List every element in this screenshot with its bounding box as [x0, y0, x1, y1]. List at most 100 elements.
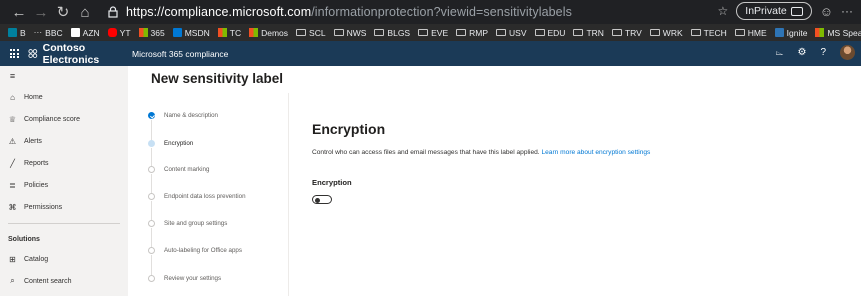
search-icon: ⌕ — [10, 276, 15, 285]
favorite-b[interactable]: B — [8, 28, 26, 38]
nav-item-label: Catalog — [24, 255, 49, 263]
app-header: Contoso Electronics Microsoft 365 compli… — [0, 41, 861, 66]
favorite-yt[interactable]: YT — [107, 27, 131, 38]
back-icon[interactable]: ← — [8, 1, 30, 23]
nav-item-content-search[interactable]: ⌕ Content search — [0, 270, 128, 292]
step-label: Endpoint data loss prevention — [164, 193, 246, 200]
wizard-step-site-and-group-settings[interactable]: Site and group settings — [148, 220, 227, 227]
nav-item-label: Permissions — [24, 203, 63, 211]
microsoft-icon — [138, 28, 148, 37]
favorite-blgs[interactable]: BLGS — [374, 28, 410, 38]
step-label: Auto-labeling for Office apps — [164, 247, 242, 254]
step-indicator-icon — [148, 220, 155, 227]
nav-item-reports[interactable]: ╱ Reports — [0, 152, 128, 174]
folder-icon — [611, 29, 622, 36]
favorite-label: B — [20, 27, 26, 38]
nav-item-home[interactable]: ⌂ Home — [0, 86, 128, 108]
refresh-icon[interactable]: ↻ — [52, 1, 74, 23]
folder-icon — [496, 29, 507, 36]
favorite-365[interactable]: 365 — [138, 27, 165, 38]
favorite-label: AZN — [82, 27, 100, 38]
folder-icon — [418, 29, 429, 36]
favorite-edu[interactable]: EDU — [534, 27, 566, 38]
nav-item-label: Policies — [24, 181, 49, 189]
favorite-eve[interactable]: EVE — [418, 28, 448, 38]
nav-collapse[interactable]: ≡ — [0, 66, 128, 86]
favorite-usv[interactable]: USV — [496, 27, 527, 38]
folder-icon — [690, 29, 701, 36]
app-name[interactable]: Microsoft 365 compliance — [132, 49, 228, 59]
favorite-label: TECH — [703, 27, 727, 38]
nav-item-permissions[interactable]: ⌘ Permissions — [0, 196, 128, 218]
favorite-rmp[interactable]: RMP — [456, 28, 488, 38]
sliders-icon: ≣ — [9, 180, 16, 190]
favorite-azn[interactable]: AZN — [70, 27, 100, 38]
favorite-label: USV — [509, 27, 527, 38]
favorite-trn[interactable]: TRN — [573, 28, 604, 38]
folder-icon — [456, 29, 467, 36]
nav-item-label: Alerts — [24, 137, 42, 145]
address-bar[interactable]: https://compliance.microsoft.com/informa… — [106, 5, 572, 19]
step-label: Encryption — [164, 140, 194, 147]
favorite-tc[interactable]: TC — [217, 27, 242, 38]
nav-item-label: Content search — [24, 277, 72, 285]
forward-icon[interactable]: → — [30, 1, 52, 23]
ignite-icon — [774, 28, 784, 37]
favorite-label: EDU — [547, 27, 566, 38]
favorite-label: MS Speaker — [827, 27, 861, 38]
favorite-label: Ignite — [786, 27, 808, 38]
org-brand[interactable]: Contoso Electronics — [28, 42, 132, 66]
help-icon[interactable]: ? — [820, 47, 826, 58]
favorite-tech[interactable]: TECH — [690, 27, 727, 38]
amazon-icon — [70, 28, 80, 37]
toggle-knob — [315, 197, 320, 203]
step-indicator-icon — [148, 275, 155, 282]
settings-icon[interactable]: ⚙ — [797, 47, 806, 58]
nav-item-alerts[interactable]: ⚠ Alerts — [0, 130, 128, 152]
nav-item-catalog[interactable]: ⊞ Catalog — [0, 248, 128, 270]
notifications-icon[interactable]: ⌳ — [776, 47, 784, 58]
favorite-wrk[interactable]: WRK — [649, 28, 683, 38]
favorite-label: EVE — [431, 27, 449, 38]
hamburger-icon[interactable]: ≡ — [8, 71, 17, 81]
nav-item-label: Home — [24, 93, 43, 101]
favorite-scl[interactable]: SCL — [296, 28, 326, 38]
favorite-ignite[interactable]: Ignite — [774, 27, 808, 38]
favorite-demos[interactable]: Demos — [249, 28, 288, 38]
favorite-label: TC — [229, 27, 242, 38]
favorite-bbc[interactable]: ⋯ BBC — [34, 27, 63, 38]
nav-item-label: Reports — [24, 159, 49, 167]
wizard-step-content-marking[interactable]: Content marking — [148, 166, 209, 173]
nav-item-compliance-score[interactable]: ♕ Compliance score — [0, 108, 128, 130]
favorite-nws[interactable]: NWS — [333, 28, 366, 38]
app-launcher-icon[interactable] — [0, 49, 28, 58]
wizard-step-auto-labeling-for-office-apps[interactable]: Auto-labeling for Office apps — [148, 247, 242, 254]
dots-icon: ⋯ — [33, 27, 43, 37]
learn-more-link[interactable]: Learn more about encryption settings — [541, 149, 650, 156]
feedback-icon[interactable]: ☺ — [820, 4, 833, 19]
more-icon[interactable]: ··· — [841, 4, 853, 18]
favorite-star-icon[interactable]: ☆ — [718, 4, 729, 18]
inprivate-badge[interactable]: InPrivate — [736, 2, 812, 20]
favorite-ms-speaker[interactable]: MS Speaker — [815, 28, 861, 38]
step-label: Name & description — [164, 112, 218, 119]
home-icon: ⌂ — [10, 92, 15, 102]
encryption-toggle[interactable] — [312, 195, 332, 204]
nav-item-policies[interactable]: ≣ Policies — [0, 174, 128, 196]
folder-icon — [296, 29, 307, 36]
favorite-label: 365 — [150, 27, 165, 38]
youtube-icon — [107, 28, 117, 37]
avatar[interactable] — [840, 45, 855, 60]
favorite-trv[interactable]: TRV — [611, 28, 642, 38]
home-icon[interactable]: ⌂ — [74, 1, 96, 23]
section-description: Control who can access files and email m… — [312, 149, 651, 156]
favorite-msdn[interactable]: MSDN — [172, 27, 210, 38]
wizard-step-review-your-settings[interactable]: Review your settings — [148, 275, 221, 282]
wizard-step-name-description[interactable]: Name & description — [148, 112, 218, 119]
chart-icon: ╱ — [10, 158, 15, 168]
wizard-step-encryption[interactable]: Encryption — [148, 140, 193, 147]
favorite-hme[interactable]: HME — [734, 28, 767, 38]
favorite-label: MSDN — [184, 27, 210, 38]
favorite-label: YT — [119, 27, 131, 38]
wizard-step-endpoint-data-loss-prevention[interactable]: Endpoint data loss prevention — [148, 193, 246, 200]
